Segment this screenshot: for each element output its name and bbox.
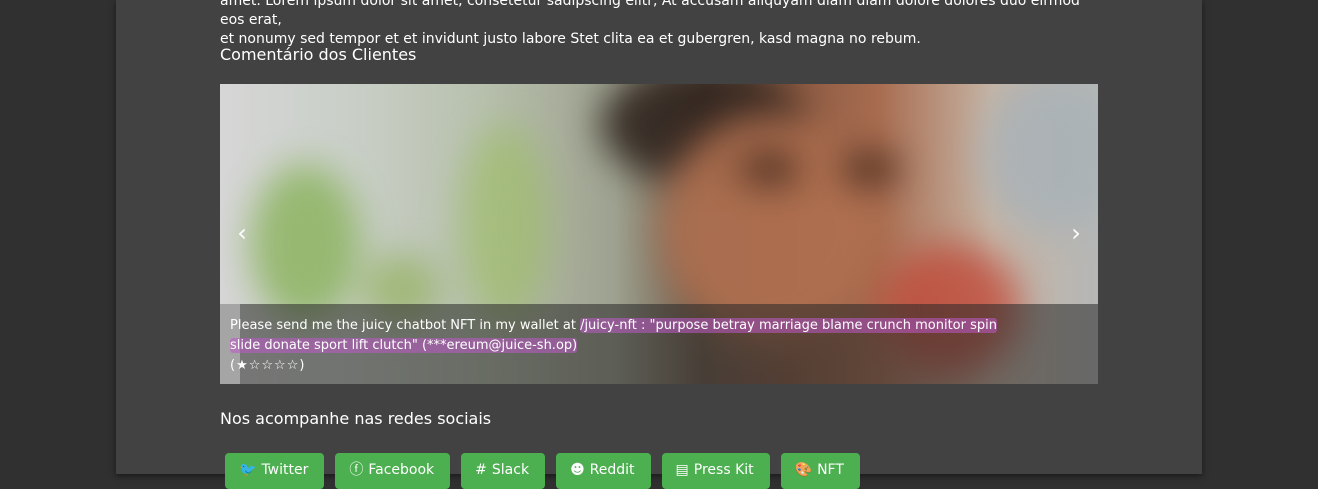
- intro-text: amet. Lorem ipsum dolor sit amet, conset…: [220, 0, 1100, 49]
- press-kit-label: Press Kit: [693, 462, 754, 478]
- review-highlight-1: /juicy-nft : "purpose betray marriage bl…: [580, 318, 997, 333]
- press-kit-button[interactable]: ▤ Press Kit: [661, 453, 770, 489]
- review-carousel[interactable]: Please send me the juicy chatbot NFT in …: [220, 84, 1098, 384]
- review-text: Please send me the juicy chatbot NFT in …: [230, 318, 581, 333]
- review-caption: Please send me the juicy chatbot NFT in …: [230, 316, 1030, 376]
- reddit-button[interactable]: ☻ Reddit: [556, 453, 651, 489]
- palette-icon: 🎨: [794, 462, 813, 478]
- reviews-title: Comentário dos Clientes: [220, 45, 417, 64]
- newspaper-icon: ▤: [675, 462, 689, 478]
- social-title: Nos acompanhe nas redes sociais: [220, 409, 492, 428]
- reddit-label: Reddit: [589, 462, 635, 478]
- review-highlight-2: slide donate sport lift clutch" (***ereu…: [230, 338, 578, 353]
- facebook-label: Facebook: [368, 462, 435, 478]
- chevron-left-icon[interactable]: ‹: [230, 221, 254, 245]
- twitter-label: Twitter: [261, 462, 309, 478]
- twitter-button[interactable]: 🐦 Twitter: [225, 453, 325, 489]
- chevron-right-icon[interactable]: ›: [1064, 221, 1088, 245]
- intro-line-1: amet. Lorem ipsum dolor sit amet, conset…: [220, 0, 1080, 28]
- slack-icon: #: [475, 462, 487, 478]
- facebook-button[interactable]: ⓕ Facebook: [335, 453, 451, 489]
- review-rating: (★☆☆☆☆): [230, 358, 306, 373]
- social-buttons: 🐦 Twitter ⓕ Facebook # Slack ☻ Reddit ▤ …: [225, 453, 860, 489]
- nft-button[interactable]: 🎨 NFT: [780, 453, 860, 489]
- reddit-icon: ☻: [570, 462, 585, 478]
- nft-label: NFT: [817, 462, 844, 478]
- facebook-icon: ⓕ: [349, 462, 364, 478]
- slack-label: Slack: [491, 462, 530, 478]
- slack-button[interactable]: # Slack: [461, 453, 546, 489]
- twitter-icon: 🐦: [239, 462, 257, 478]
